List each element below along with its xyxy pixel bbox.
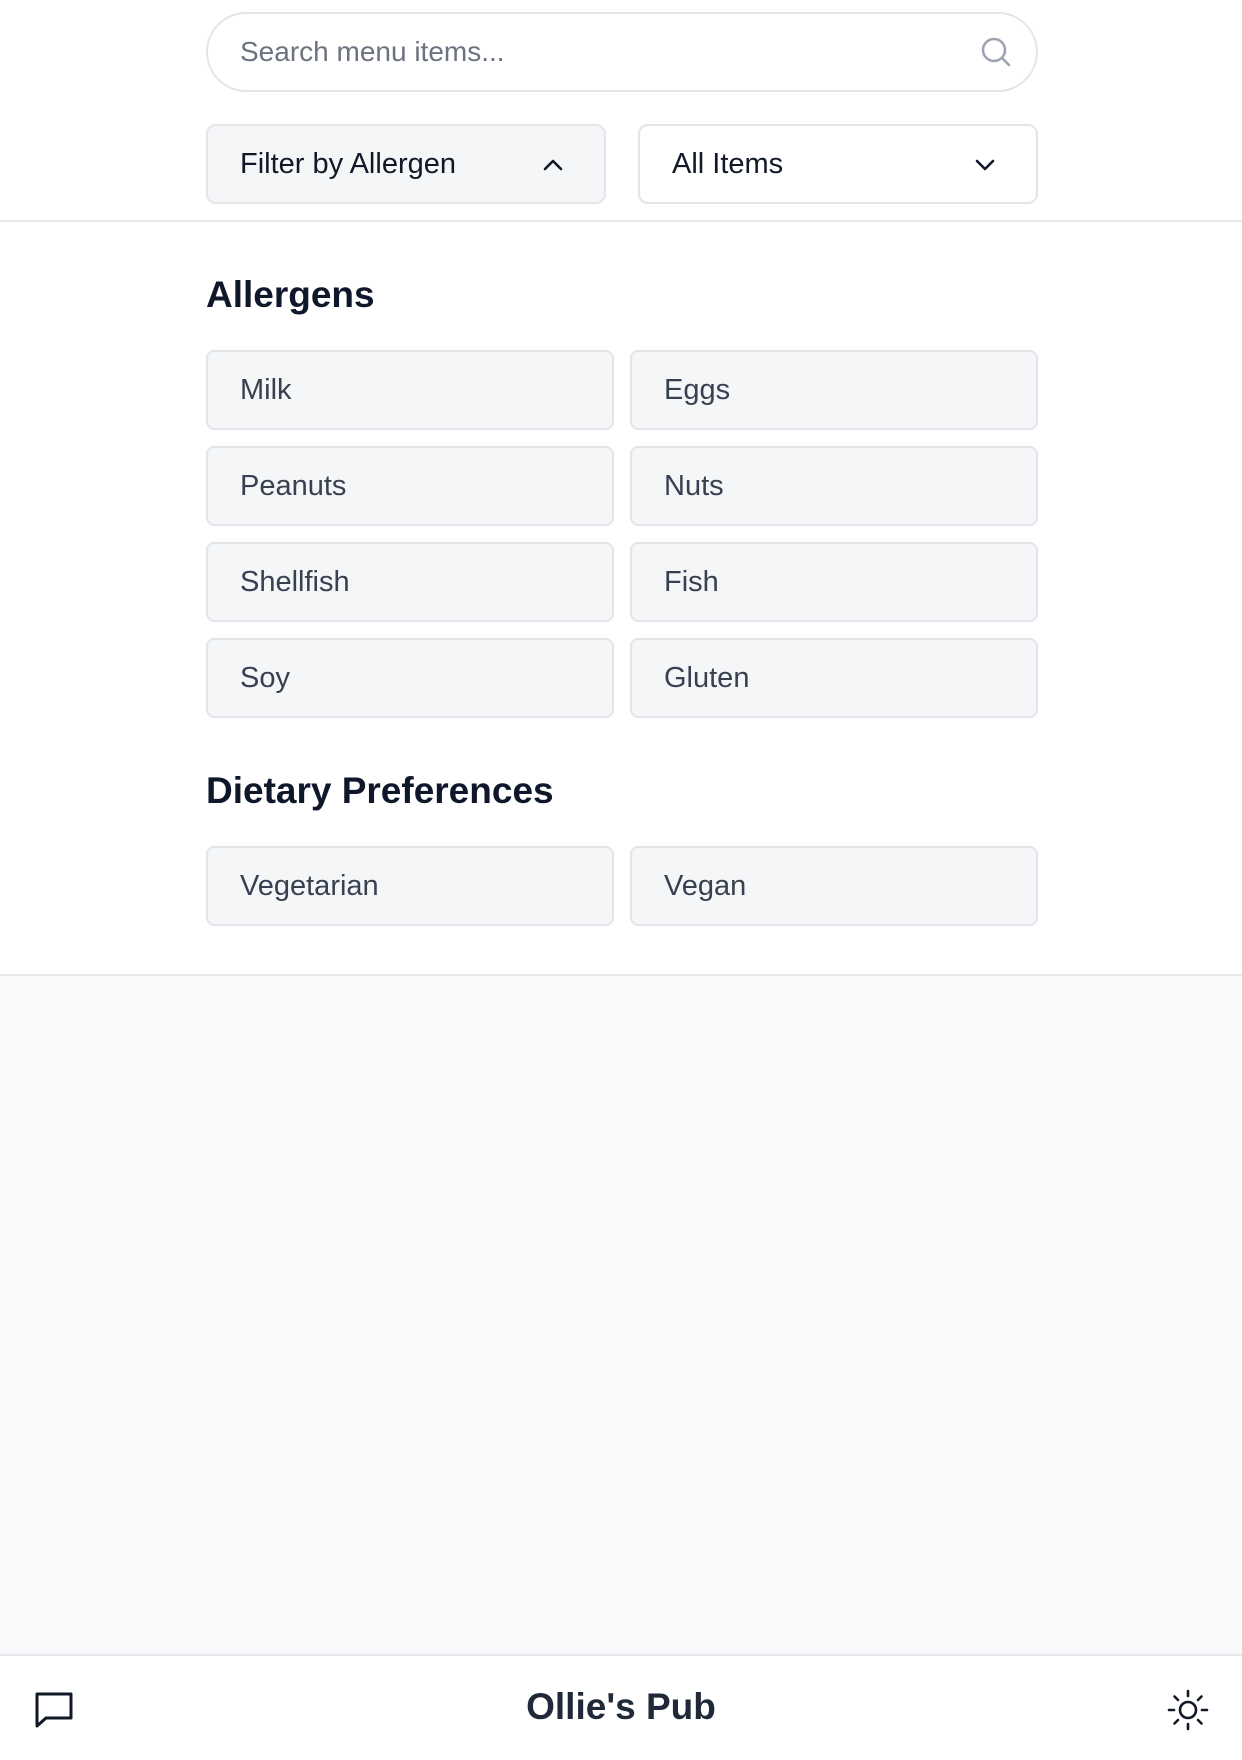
items-select-dropdown[interactable]: All Items xyxy=(638,124,1038,204)
dietary-chip-vegan[interactable]: Vegan xyxy=(630,846,1038,926)
brand-title: Ollie's Pub xyxy=(526,1686,716,1727)
allergen-chip-eggs[interactable]: Eggs xyxy=(630,350,1038,430)
bottom-bar: Ollie's Pub xyxy=(0,1654,1242,1760)
top-controls: Filter by Allergen All Items xyxy=(0,0,1242,222)
allergen-chip-fish[interactable]: Fish xyxy=(630,542,1038,622)
allergens-heading: Allergens xyxy=(206,274,375,315)
dietary-chip-vegetarian[interactable]: Vegetarian xyxy=(206,846,614,926)
allergen-chip-soy[interactable]: Soy xyxy=(206,638,614,718)
allergen-chip-shellfish[interactable]: Shellfish xyxy=(206,542,614,622)
chevron-up-icon xyxy=(540,152,566,178)
allergen-chip-gluten[interactable]: Gluten xyxy=(630,638,1038,718)
dietary-preferences-heading: Dietary Preferences xyxy=(206,770,554,811)
search-icon[interactable] xyxy=(978,34,1014,70)
search-input[interactable] xyxy=(240,36,940,68)
filter-panel: Filter by Allergen All Items Allergens M… xyxy=(0,0,1242,976)
sun-icon[interactable] xyxy=(1166,1688,1210,1732)
allergen-filter-dropdown[interactable]: Filter by Allergen xyxy=(206,124,606,204)
allergen-chip-nuts[interactable]: Nuts xyxy=(630,446,1038,526)
items-select-label: All Items xyxy=(672,147,784,180)
page: Filter by Allergen All Items Allergens M… xyxy=(0,0,1242,1760)
allergen-filter-label: Filter by Allergen xyxy=(240,147,456,180)
allergen-chip-milk[interactable]: Milk xyxy=(206,350,614,430)
allergen-chip-peanuts[interactable]: Peanuts xyxy=(206,446,614,526)
search-bar[interactable] xyxy=(206,12,1038,92)
chevron-down-icon xyxy=(972,152,998,178)
